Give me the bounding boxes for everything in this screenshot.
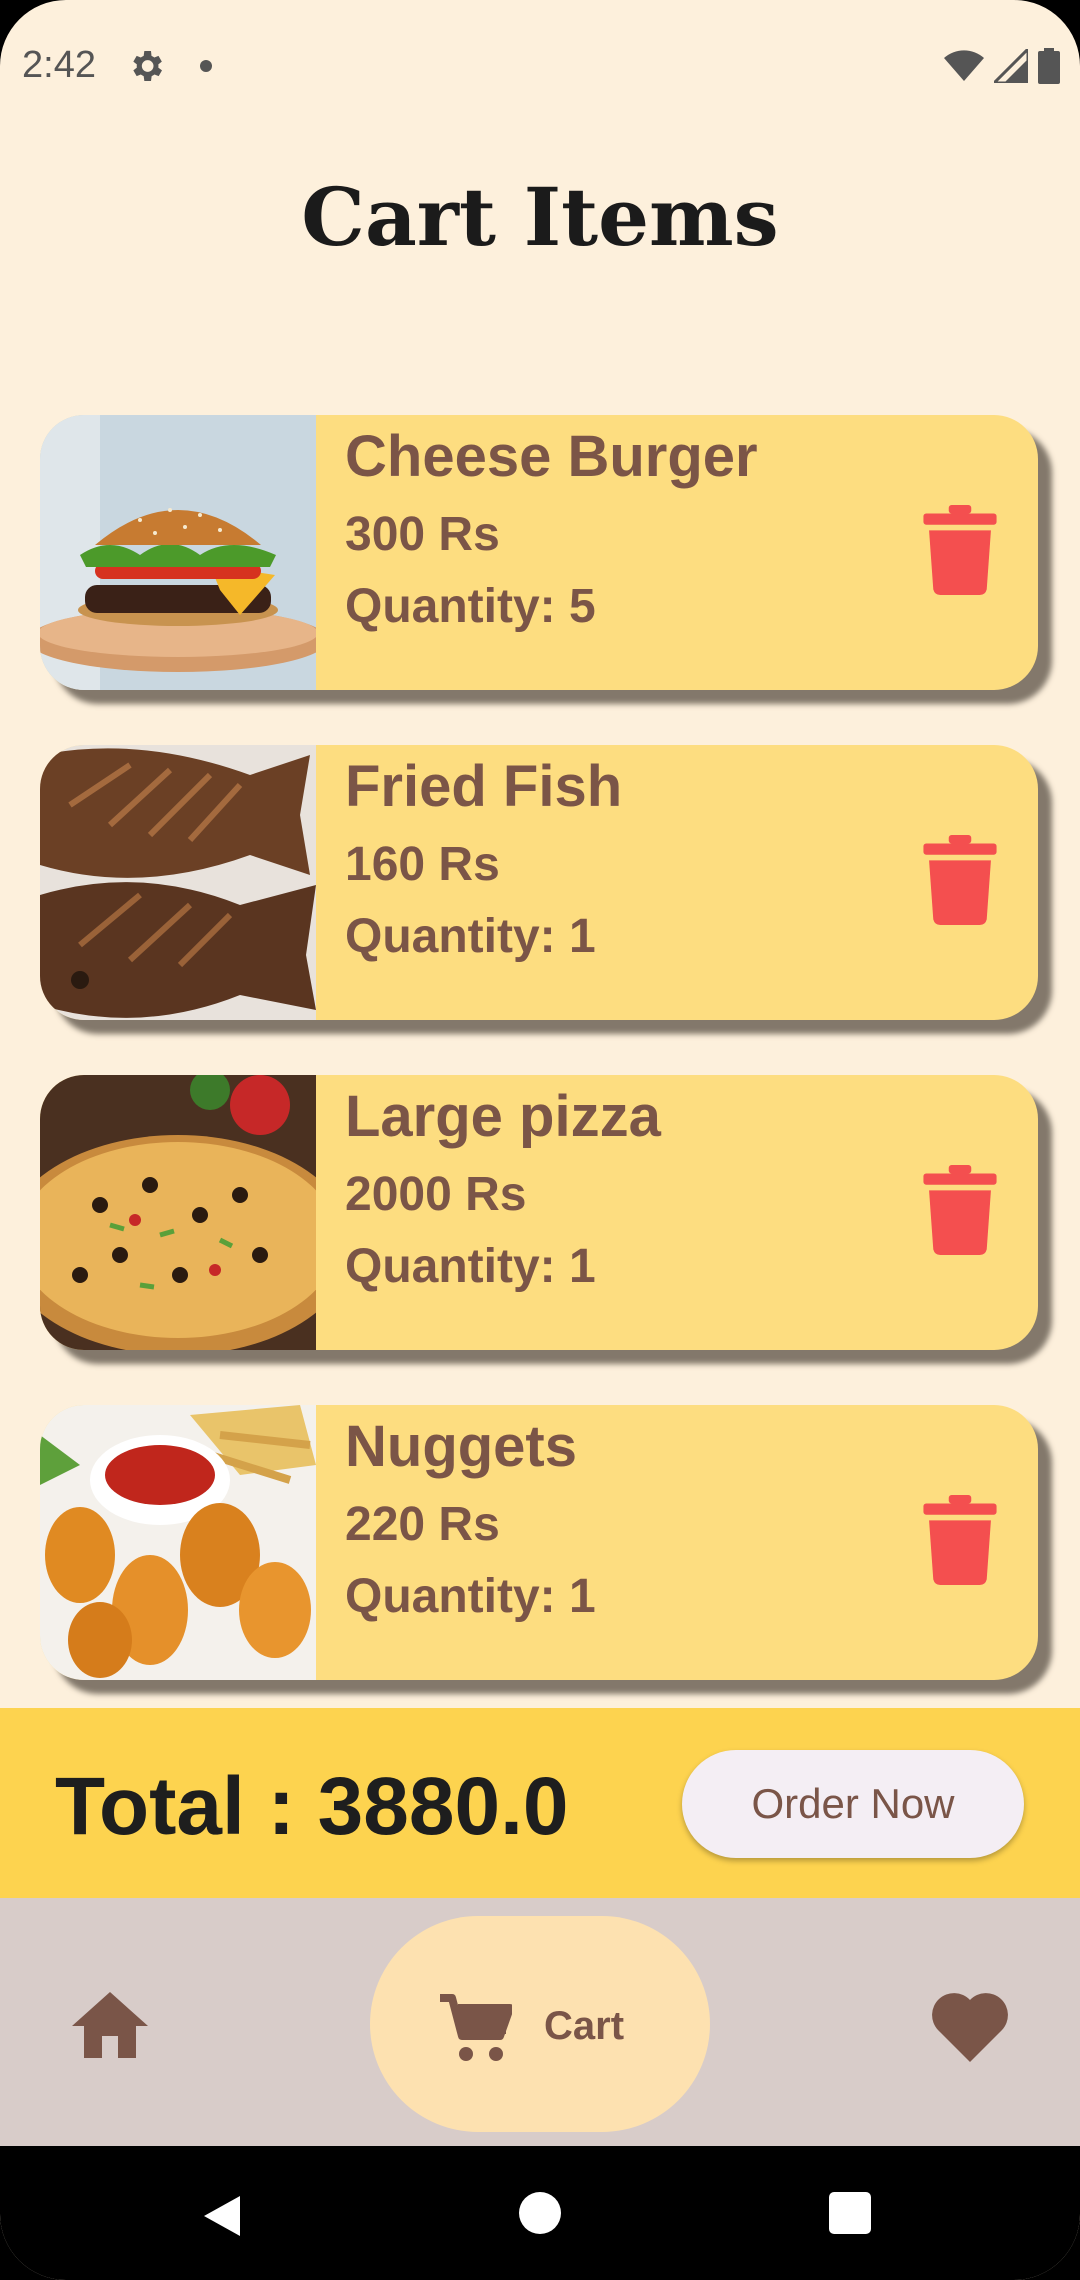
item-name: Nuggets xyxy=(345,1414,577,1479)
nav-cart-label: Cart xyxy=(544,2004,625,2048)
item-name: Fried Fish xyxy=(345,754,623,819)
fried-fish-image xyxy=(40,745,316,1020)
nuggets-image xyxy=(40,1405,316,1680)
item-quantity: Quantity: 1 xyxy=(345,910,596,963)
item-price: 220 Rs xyxy=(345,1498,500,1551)
total-bar: Total : 3880.0 Order Now xyxy=(0,1708,1080,1898)
burger-image xyxy=(40,415,316,690)
item-quantity: Quantity: 5 xyxy=(345,580,596,633)
page-title: Cart Items xyxy=(301,170,779,264)
app-screen: 2:42 Cart Items Cheese Burger 300 Rs Qua… xyxy=(0,0,1080,2280)
cart-item-card: Cheese Burger 300 Rs Quantity: 5 xyxy=(40,415,1038,690)
home-icon[interactable] xyxy=(70,1990,150,2060)
delete-trash-icon[interactable] xyxy=(920,505,1000,595)
home-circle-icon[interactable] xyxy=(519,2192,561,2234)
delete-trash-icon[interactable] xyxy=(920,1495,1000,1585)
total-amount: Total : 3880.0 xyxy=(55,1761,569,1852)
back-triangle-icon[interactable] xyxy=(200,2194,244,2238)
system-navigation-bar xyxy=(0,2146,1080,2280)
order-now-button[interactable]: Order Now xyxy=(682,1750,1024,1858)
status-icons xyxy=(944,48,1060,84)
wifi-icon xyxy=(944,50,984,81)
cart-item-card: Large pizza 2000 Rs Quantity: 1 xyxy=(40,1075,1038,1350)
cart-item-card: Nuggets 220 Rs Quantity: 1 xyxy=(40,1405,1038,1680)
item-price: 2000 Rs xyxy=(345,1168,527,1221)
shopping-cart-icon xyxy=(440,1994,512,2061)
delete-trash-icon[interactable] xyxy=(920,835,1000,925)
item-name: Large pizza xyxy=(345,1084,661,1149)
item-name: Cheese Burger xyxy=(345,424,758,489)
item-quantity: Quantity: 1 xyxy=(345,1240,596,1293)
bottom-navigation: Cart xyxy=(0,1898,1080,2146)
status-time: 2:42 xyxy=(22,44,96,86)
nav-item-cart[interactable]: Cart xyxy=(370,1916,710,2132)
heart-favorites-icon[interactable] xyxy=(930,1990,1010,2062)
item-price: 160 Rs xyxy=(345,838,500,891)
settings-gear-icon xyxy=(133,51,162,81)
battery-icon xyxy=(1038,48,1060,84)
pizza-image xyxy=(40,1075,316,1350)
cart-item-card: Fried Fish 160 Rs Quantity: 1 xyxy=(40,745,1038,1020)
delete-trash-icon[interactable] xyxy=(920,1165,1000,1255)
item-quantity: Quantity: 1 xyxy=(345,1570,596,1623)
status-bar: 2:42 xyxy=(0,0,1080,130)
item-price: 300 Rs xyxy=(345,508,500,561)
cellular-signal-icon xyxy=(994,49,1028,83)
recent-apps-square-icon[interactable] xyxy=(829,2192,871,2234)
notification-dot-icon xyxy=(200,60,212,72)
